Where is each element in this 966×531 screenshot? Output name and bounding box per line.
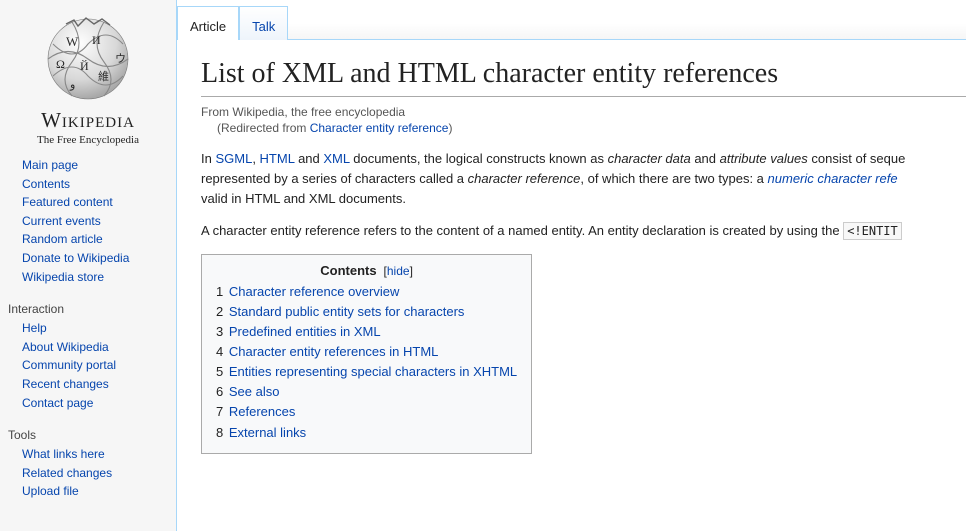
sidebar-tools: Tools What links here Related changes Up…: [0, 418, 176, 507]
lead-paragraph-2: A character entity reference refers to t…: [201, 221, 966, 241]
wikipedia-globe-icon: W И ウ Ω Й 維 و: [28, 14, 148, 104]
toc-item[interactable]: 8 External links: [216, 423, 517, 443]
wordmark: Wikipedia: [0, 108, 176, 133]
toc-item[interactable]: 3 Predefined entities in XML: [216, 322, 517, 342]
svg-text:و: و: [69, 79, 75, 91]
redirect-note: (Redirected from Character entity refere…: [201, 121, 966, 135]
site-sub: From Wikipedia, the free encyclopedia: [201, 105, 966, 119]
page-tabs: Article Talk: [177, 0, 966, 40]
nav-upload-file[interactable]: Upload file: [22, 484, 79, 498]
nav-main-page[interactable]: Main page: [22, 158, 78, 172]
interaction-heading: Interaction: [8, 292, 168, 319]
nav-what-links-here[interactable]: What links here: [22, 447, 105, 461]
toc-item[interactable]: 2 Standard public entity sets for charac…: [216, 302, 517, 322]
sidebar: W И ウ Ω Й 維 و Wikipedia The Free Encyclo…: [0, 0, 176, 531]
link-numeric-char-ref[interactable]: numeric character refe: [768, 171, 898, 186]
svg-text:Й: Й: [80, 59, 89, 73]
toc-item[interactable]: 7 References: [216, 402, 517, 422]
nav-store[interactable]: Wikipedia store: [22, 270, 104, 284]
sidebar-main-nav: Main page Contents Featured content Curr…: [0, 156, 176, 292]
nav-help[interactable]: Help: [22, 321, 47, 335]
link-sgml[interactable]: SGML: [215, 151, 252, 166]
tools-heading: Tools: [8, 418, 168, 445]
svg-text:И: И: [92, 33, 101, 47]
toc-item[interactable]: 5 Entities representing special characte…: [216, 362, 517, 382]
nav-contact[interactable]: Contact page: [22, 396, 93, 410]
table-of-contents: Contents [hide] 1 Character reference ov…: [201, 254, 532, 454]
entity-syntax-code: <!ENTIT: [843, 222, 902, 240]
link-html[interactable]: HTML: [260, 151, 295, 166]
toc-hide-link[interactable]: hide: [387, 264, 410, 278]
logo[interactable]: W И ウ Ω Й 維 و Wikipedia The Free Encyclo…: [0, 8, 176, 156]
page-title: List of XML and HTML character entity re…: [201, 58, 966, 97]
tab-talk[interactable]: Talk: [239, 6, 288, 40]
lead-paragraph-1: In SGML, HTML and XML documents, the log…: [201, 149, 966, 209]
tab-article[interactable]: Article: [177, 6, 239, 40]
sidebar-interaction: Interaction Help About Wikipedia Communi…: [0, 292, 176, 418]
svg-text:ウ: ウ: [115, 52, 126, 65]
toc-toggle: [hide]: [380, 264, 413, 278]
nav-recent-changes[interactable]: Recent changes: [22, 377, 109, 391]
article-body: List of XML and HTML character entity re…: [177, 40, 966, 454]
svg-text:維: 維: [98, 70, 109, 83]
toc-item[interactable]: 1 Character reference overview: [216, 282, 517, 302]
nav-featured-content[interactable]: Featured content: [22, 195, 113, 209]
nav-current-events[interactable]: Current events: [22, 214, 101, 228]
nav-random-article[interactable]: Random article: [22, 232, 103, 246]
toc-item[interactable]: 6 See also: [216, 382, 517, 402]
redirect-link[interactable]: Character entity reference: [310, 121, 449, 135]
toc-item[interactable]: 4 Character entity references in HTML: [216, 342, 517, 362]
nav-donate[interactable]: Donate to Wikipedia: [22, 251, 129, 265]
content-pane: Article Talk List of XML and HTML charac…: [176, 0, 966, 531]
nav-about[interactable]: About Wikipedia: [22, 340, 109, 354]
nav-related-changes[interactable]: Related changes: [22, 466, 112, 480]
nav-community-portal[interactable]: Community portal: [22, 358, 116, 372]
svg-text:W: W: [66, 34, 79, 49]
svg-text:Ω: Ω: [56, 57, 65, 71]
link-xml[interactable]: XML: [323, 151, 349, 166]
nav-contents[interactable]: Contents: [22, 177, 70, 191]
slogan: The Free Encyclopedia: [0, 134, 176, 146]
toc-title: Contents: [320, 263, 376, 278]
